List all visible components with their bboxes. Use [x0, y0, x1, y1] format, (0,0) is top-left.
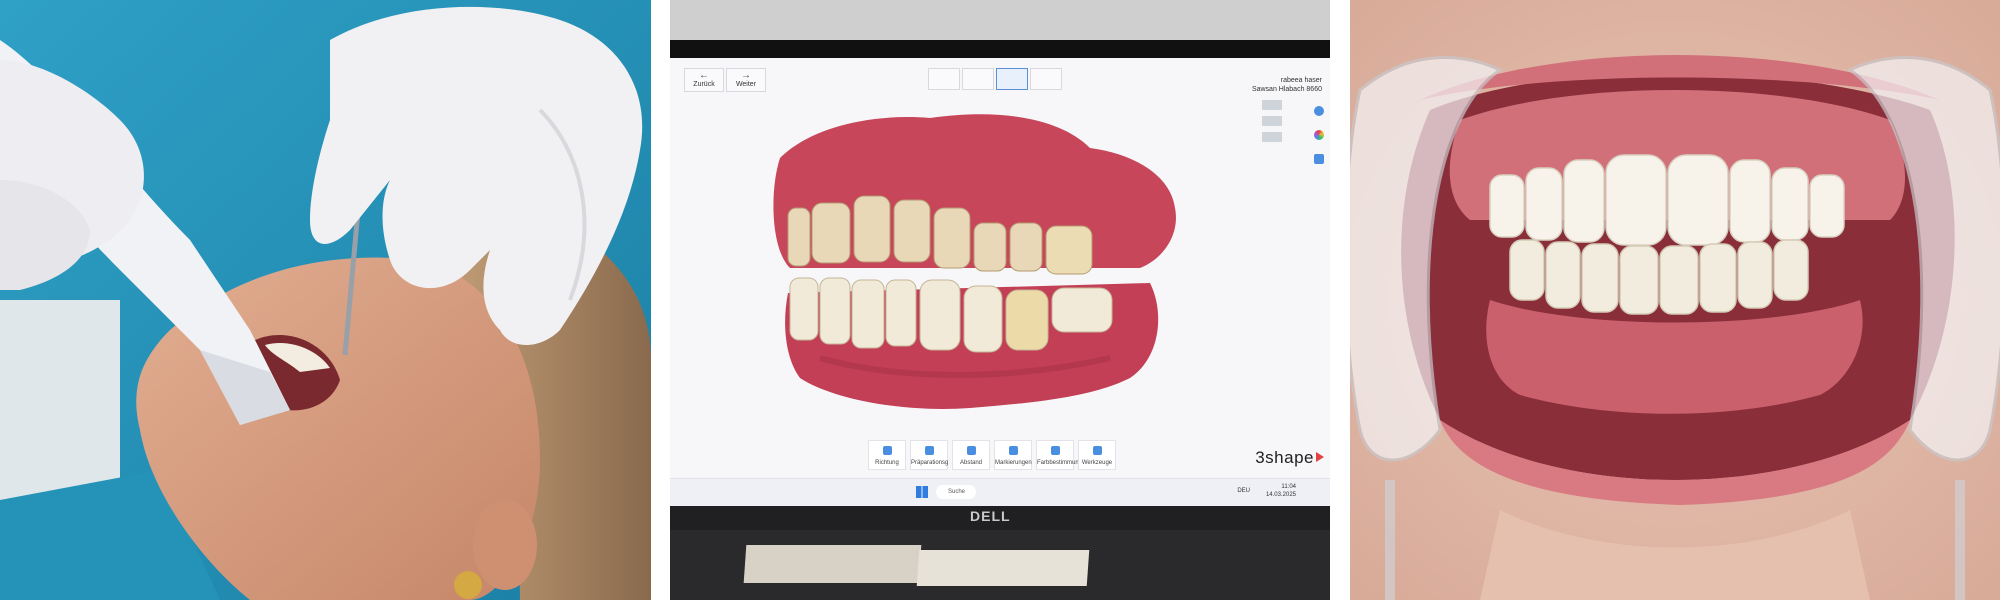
preparation-icon	[925, 446, 934, 455]
wrench-icon	[1093, 446, 1102, 455]
bottom-tools: Richtung Präparationsg Abstand Markierun…	[868, 440, 1116, 470]
view-upper-icon[interactable]	[1262, 132, 1282, 142]
laptop-brand-logo: DELL	[970, 508, 1011, 524]
dental-3d-model[interactable]	[670, 58, 1330, 505]
taskbar-search[interactable]: Suche	[936, 485, 976, 499]
tool-abstand[interactable]: Abstand	[952, 440, 990, 470]
language-indicator[interactable]: DEU	[1237, 488, 1250, 494]
windows-start-icon[interactable]	[916, 486, 928, 498]
dentist-scene-illustration	[0, 0, 651, 600]
marker-icon	[1009, 446, 1018, 455]
wall-background	[670, 0, 1330, 40]
tool-richtung[interactable]: Richtung	[868, 440, 906, 470]
clock-date: 14.03.2025	[1265, 492, 1296, 498]
tool-praeparation[interactable]: Präparationsg	[910, 440, 948, 470]
windows-taskbar: Suche DEU 11:04 14.03.2025	[670, 478, 1330, 506]
photo-dentist-scanning	[0, 0, 651, 600]
paper-card	[743, 545, 922, 583]
brand-logo: 3shape	[1255, 448, 1314, 467]
screen-bezel-top	[670, 40, 1330, 58]
tool-markierungen[interactable]: Markierungen	[994, 440, 1032, 470]
system-clock[interactable]: 11:04 14.03.2025	[1266, 483, 1296, 499]
paper-card-2	[916, 550, 1090, 586]
smile-illustration	[1350, 0, 2000, 600]
brand-triangle-icon	[1316, 452, 1324, 462]
clock-time: 11:04	[1281, 484, 1296, 490]
tool-farbbestimmung[interactable]: Farbbestimmung	[1036, 440, 1082, 470]
shade-icon	[1051, 446, 1060, 455]
view-bite-icon[interactable]	[1262, 116, 1282, 126]
direction-icon	[883, 446, 892, 455]
tool-werkzeuge[interactable]: Werkzeuge	[1078, 440, 1116, 470]
view-lower-icon[interactable]	[1262, 100, 1282, 110]
photo-laptop-3d-scan: ← Zurück → Weiter rabeea haser Sawsan Hl…	[670, 0, 1330, 600]
distance-icon	[967, 446, 976, 455]
laptop-screen: ← Zurück → Weiter rabeea haser Sawsan Hl…	[670, 58, 1330, 506]
photo-smile-retractor	[1350, 0, 2000, 600]
